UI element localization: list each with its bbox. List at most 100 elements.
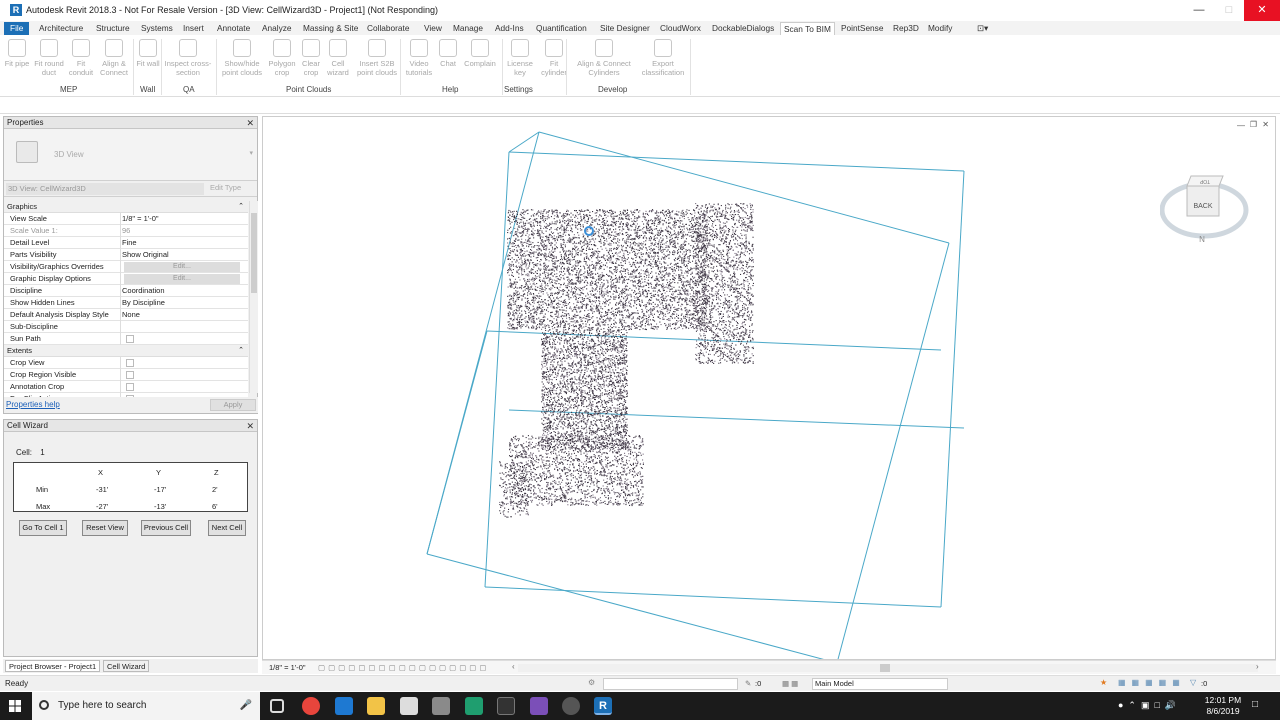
type-selector[interactable]: 3D View ▾ xyxy=(4,129,257,181)
apply-button[interactable]: Apply xyxy=(210,399,256,411)
task-view-icon[interactable] xyxy=(270,699,284,713)
export-classification-button[interactable]: Export classification xyxy=(638,37,688,85)
fit-pipe-button[interactable]: Fit pipe xyxy=(4,37,30,85)
tab-collaborate[interactable]: Collaborate xyxy=(364,22,412,35)
property-group[interactable]: Extents ⌃ xyxy=(4,345,248,357)
show-hide-point-clouds-button[interactable]: Show/hide point clouds xyxy=(220,37,264,85)
property-group[interactable]: Graphics ⌃ xyxy=(4,201,248,213)
inspect-cross-section-button[interactable]: Inspect cross-section xyxy=(164,37,212,85)
tab-modify[interactable]: Modify xyxy=(925,22,955,35)
selection-toggle-icons[interactable]: ▦▦▦▦▦ xyxy=(1118,678,1186,687)
property-value[interactable]: Coordination xyxy=(122,285,165,297)
collapse-icon[interactable]: ⌃ xyxy=(238,201,244,213)
view-cube[interactable]: BACK TOP N xyxy=(1159,172,1250,244)
chevron-down-icon[interactable]: ▾ xyxy=(249,149,253,157)
property-row[interactable]: Scale Value 1: 96 xyxy=(4,225,248,237)
align-connect-cylinders-button[interactable]: Align & Connect Cylinders xyxy=(570,37,638,85)
tab-pointsense[interactable]: PointSense xyxy=(838,22,886,35)
property-value[interactable]: Fine xyxy=(122,237,137,249)
go-to-cell-1-button[interactable]: Go To Cell 1 xyxy=(19,520,67,536)
minimize-icon[interactable]: — xyxy=(1184,0,1214,21)
fit-round-duct-button[interactable]: Fit round duct xyxy=(32,37,66,85)
editable-only-icon[interactable]: ✎ xyxy=(745,679,751,688)
property-value[interactable]: By Discipline xyxy=(122,297,165,309)
view-control-icons[interactable]: ▢▢▢▢▢▢▢▢▢▢▢▢▢▢▢▢▢ xyxy=(318,663,489,672)
close-icon[interactable]: ✕ xyxy=(246,420,254,432)
file-explorer-icon[interactable] xyxy=(367,697,385,715)
property-value[interactable]: 96 xyxy=(122,225,130,237)
property-checkbox[interactable] xyxy=(126,359,134,367)
edit-type-button[interactable]: Edit Type xyxy=(210,183,241,192)
edit-button[interactable]: Edit... xyxy=(124,274,240,284)
video-tutorials-button[interactable]: Video tutorials xyxy=(402,37,436,85)
tab-scan-to-bim[interactable]: Scan To BIM xyxy=(780,22,835,35)
taskbar-clock[interactable]: 12:01 PM 8/6/2019 xyxy=(1200,695,1246,717)
tab-cloudworx[interactable]: CloudWorx xyxy=(657,22,704,35)
collapse-icon[interactable]: ⌃ xyxy=(238,345,244,357)
edge-icon[interactable] xyxy=(335,697,353,715)
tab-site-designer[interactable]: Site Designer xyxy=(597,22,653,35)
quick-access-dropdown-icon[interactable]: ⊡▾ xyxy=(974,22,991,35)
point-cloud-scene[interactable] xyxy=(263,117,1275,659)
cube-face-back[interactable] xyxy=(1186,185,1220,217)
fit-wall-button[interactable]: Fit wall xyxy=(136,37,160,85)
tab-structure[interactable]: Structure xyxy=(93,22,133,35)
worksets-icon[interactable]: ⚙ xyxy=(588,678,595,687)
property-checkbox[interactable] xyxy=(126,335,134,343)
app-icon[interactable] xyxy=(432,697,450,715)
polygon-crop-button[interactable]: Polygon crop xyxy=(266,37,298,85)
tab-quantification[interactable]: Quantification xyxy=(533,22,590,35)
revit-taskbar-icon[interactable]: R xyxy=(594,697,612,715)
property-row[interactable]: Sub-Discipline xyxy=(4,321,248,333)
app-icon[interactable] xyxy=(562,697,580,715)
tab-cell-wizard[interactable]: Cell Wizard xyxy=(103,660,150,672)
tab-manage[interactable]: Manage xyxy=(450,22,486,35)
scroll-right-icon[interactable]: › xyxy=(1256,662,1259,671)
reset-view-button[interactable]: Reset View xyxy=(82,520,128,536)
tab-add-ins[interactable]: Add-Ins xyxy=(492,22,527,35)
property-row[interactable]: Annotation Crop xyxy=(4,381,248,393)
chrome-icon[interactable] xyxy=(302,697,320,715)
property-row[interactable]: Detail Level Fine xyxy=(4,237,248,249)
property-value[interactable]: None xyxy=(122,309,140,321)
revit-logo-icon[interactable]: R xyxy=(10,4,22,16)
property-row[interactable]: Discipline Coordination xyxy=(4,285,248,297)
taskbar-search-input[interactable]: Type here to search 🎤 xyxy=(32,692,260,720)
terminal-icon[interactable] xyxy=(497,697,515,715)
properties-scrollbar[interactable] xyxy=(249,201,258,393)
property-row[interactable]: Crop View xyxy=(4,357,248,369)
filter-icon[interactable]: ▽ xyxy=(1190,678,1196,687)
tab-architecture[interactable]: Architecture xyxy=(36,22,86,35)
property-checkbox[interactable] xyxy=(126,383,134,391)
system-tray-icons[interactable]: ●⌃▣□🔊 xyxy=(1118,700,1181,711)
windows-start-icon[interactable] xyxy=(9,700,21,712)
maximize-icon[interactable]: □ xyxy=(1214,0,1244,21)
next-cell-button[interactable]: Next Cell xyxy=(208,520,246,536)
tab-systems[interactable]: Systems xyxy=(138,22,176,35)
horizontal-scrollbar[interactable] xyxy=(518,664,1258,672)
instance-filter-select[interactable]: 3D View: CellWizard3D xyxy=(6,183,204,195)
tab-rep3d[interactable]: Rep3D xyxy=(890,22,922,35)
property-row[interactable]: Show Hidden Lines By Discipline xyxy=(4,297,248,309)
tab-dockabledialogs[interactable]: DockableDialogs xyxy=(709,22,777,35)
view-scale-button[interactable]: 1/8" = 1'-0" xyxy=(269,663,306,672)
complain-button[interactable]: Complain xyxy=(462,37,498,85)
tab-analyze[interactable]: Analyze xyxy=(259,22,295,35)
tab-annotate[interactable]: Annotate xyxy=(214,22,253,35)
license-key-button[interactable]: License key xyxy=(507,37,533,85)
align-connect-button[interactable]: Align & Connect xyxy=(98,37,130,85)
fit-conduit-button[interactable]: Fit conduit xyxy=(66,37,96,85)
property-row[interactable]: Visibility/Graphics Overrides Edit... xyxy=(4,261,248,273)
chat-button[interactable]: Chat xyxy=(434,37,462,85)
insert-s2b-point-clouds-button[interactable]: Insert S2B point clouds xyxy=(354,37,400,85)
app-icon[interactable] xyxy=(465,697,483,715)
property-row[interactable]: Sun Path xyxy=(4,333,248,345)
edit-button[interactable]: Edit... xyxy=(124,262,240,272)
property-checkbox[interactable] xyxy=(126,371,134,379)
property-row[interactable]: View Scale 1/8" = 1'-0" xyxy=(4,213,248,225)
property-row[interactable]: Default Analysis Display Style None xyxy=(4,309,248,321)
scrollbar-thumb[interactable] xyxy=(880,664,890,672)
property-row[interactable]: Graphic Display Options Edit... xyxy=(4,273,248,285)
scrollbar-thumb[interactable] xyxy=(251,213,257,293)
scroll-left-icon[interactable]: ‹ xyxy=(512,662,515,671)
